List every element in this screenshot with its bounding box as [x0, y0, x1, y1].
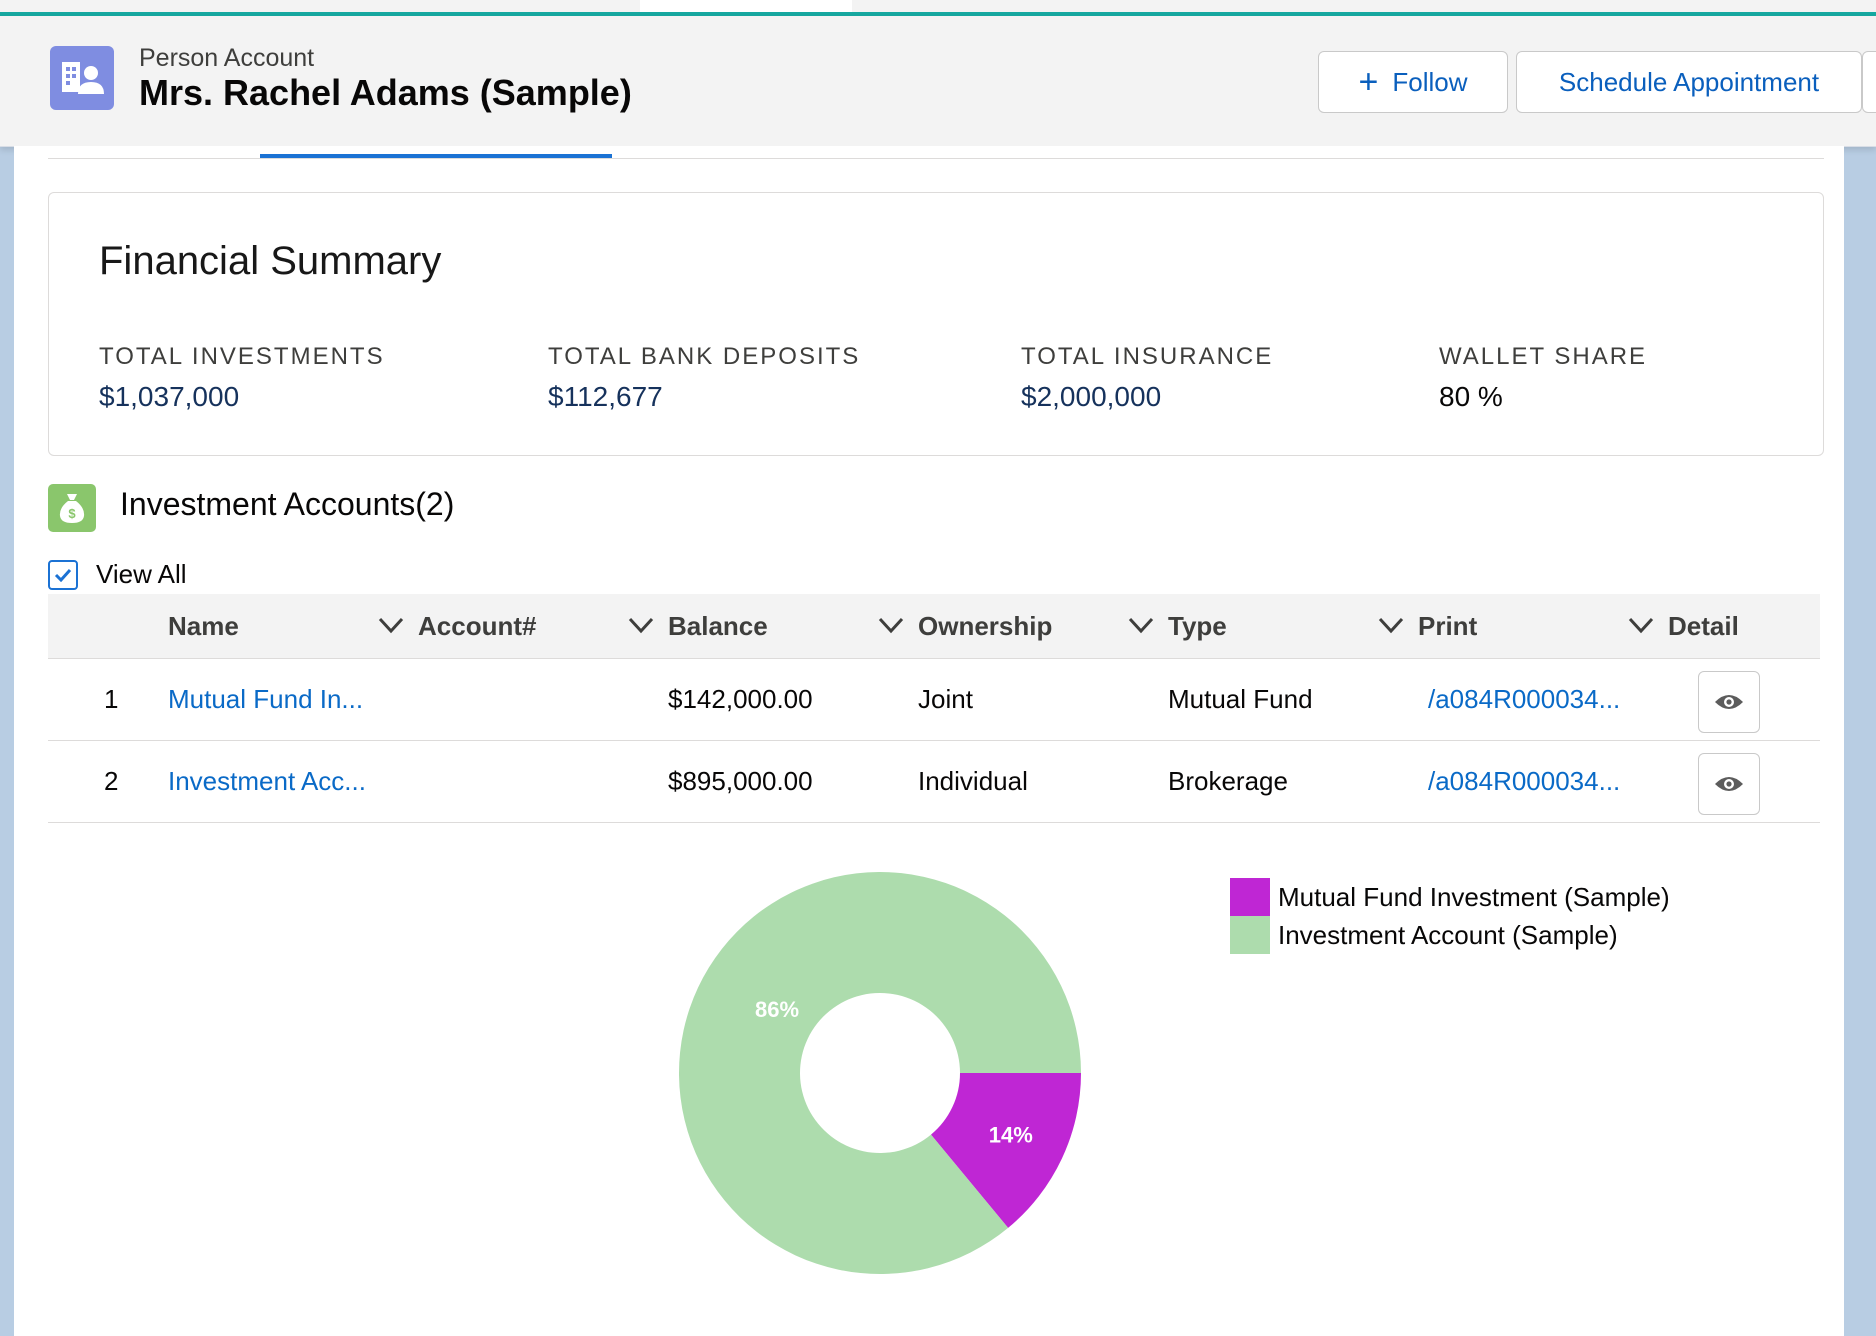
column-header-ownership[interactable]: Ownership: [918, 594, 1168, 658]
row-number: 2: [104, 766, 119, 796]
chart-legend: Mutual Fund Investment (Sample) Investme…: [1230, 878, 1670, 954]
record-body: Financial Summary TOTAL INVESTMENTS $1,0…: [14, 146, 1844, 1336]
metric-wallet-share: WALLET SHARE 80 %: [1439, 343, 1647, 413]
column-header-account[interactable]: Account#: [418, 594, 668, 658]
metric-value: 80 %: [1439, 381, 1503, 412]
legend-swatch: [1230, 916, 1270, 954]
metric-label: TOTAL INSURANCE: [1021, 343, 1274, 370]
object-type-label: Person Account: [139, 44, 315, 72]
view-detail-button[interactable]: [1698, 753, 1760, 815]
donut-data-label: 14%: [989, 1123, 1033, 1148]
row-number: 1: [104, 684, 119, 714]
table-row: 1 Mutual Fund In... $142,000.00 Joint Mu…: [48, 659, 1820, 741]
more-actions-button[interactable]: [1862, 51, 1876, 113]
financial-summary-title: Financial Summary: [99, 239, 442, 283]
table-row: 2 Investment Acc... $895,000.00 Individu…: [48, 741, 1820, 823]
ownership-value: Individual: [918, 766, 1028, 796]
metric-label: TOTAL INVESTMENTS: [99, 343, 385, 370]
svg-text:$: $: [68, 506, 76, 521]
account-name-link[interactable]: Investment Acc...: [168, 741, 366, 822]
schedule-appointment-button[interactable]: Schedule Appointment: [1516, 51, 1862, 113]
follow-button[interactable]: + Follow: [1318, 51, 1508, 113]
metric-total-insurance: TOTAL INSURANCE $2,000,000: [1021, 343, 1273, 413]
column-header-detail: Detail: [1668, 594, 1818, 658]
record-header: Person Account Mrs. Rachel Adams (Sample…: [0, 16, 1876, 147]
column-label: Ownership: [918, 610, 1053, 641]
investment-accounts-table: Name Account# Balance Ownership Type Pri…: [48, 594, 1820, 823]
balance-value: $142,000.00: [668, 684, 813, 714]
metric-label: WALLET SHARE: [1439, 343, 1648, 370]
column-label: Name: [168, 610, 239, 641]
chevron-down-icon[interactable]: [628, 616, 654, 634]
eye-icon: [1715, 777, 1743, 791]
account-name-link[interactable]: Mutual Fund In...: [168, 659, 363, 740]
chevron-down-icon[interactable]: [1378, 616, 1404, 634]
type-value: Brokerage: [1168, 766, 1288, 796]
schedule-label: Schedule Appointment: [1558, 66, 1820, 97]
view-detail-button[interactable]: [1698, 671, 1760, 733]
active-strip-tab: [640, 0, 852, 12]
metric-value: $2,000,000: [1021, 381, 1162, 412]
plus-icon: +: [1358, 63, 1379, 101]
type-value: Mutual Fund: [1168, 684, 1313, 714]
column-header-balance[interactable]: Balance: [668, 594, 918, 658]
column-header-type[interactable]: Type: [1168, 594, 1418, 658]
balance-value: $895,000.00: [668, 766, 813, 796]
metric-label: TOTAL BANK DEPOSITS: [548, 343, 861, 370]
column-header-name[interactable]: Name: [168, 594, 418, 658]
financial-summary-card: Financial Summary TOTAL INVESTMENTS $1,0…: [48, 192, 1824, 456]
chevron-down-icon[interactable]: [1628, 616, 1654, 634]
metric-value: $1,037,000: [99, 381, 240, 412]
top-strip: [0, 0, 1876, 16]
metric-value: $112,677: [548, 381, 663, 412]
ownership-value: Joint: [918, 684, 973, 714]
money-bag-icon: $: [48, 484, 96, 532]
active-tab-indicator: [260, 154, 612, 158]
legend-label: Mutual Fund Investment (Sample): [1278, 881, 1670, 912]
investment-accounts-title: Investment Accounts(2): [120, 486, 455, 522]
chevron-down-icon[interactable]: [878, 616, 904, 634]
legend-item: Investment Account (Sample): [1230, 916, 1670, 954]
column-label: Type: [1168, 610, 1227, 641]
column-label: Detail: [1668, 610, 1739, 641]
metric-total-bank-deposits: TOTAL BANK DEPOSITS $112,677: [548, 343, 860, 413]
donut-data-label: 86%: [755, 997, 799, 1022]
column-header-print[interactable]: Print: [1418, 594, 1668, 658]
legend-swatch: [1230, 878, 1270, 916]
eye-icon: [1715, 695, 1743, 709]
column-label: Account#: [418, 610, 537, 641]
checkmark-icon: [54, 568, 72, 582]
view-all-checkbox[interactable]: [48, 560, 78, 590]
legend-item: Mutual Fund Investment (Sample): [1230, 878, 1670, 916]
column-label: Print: [1418, 610, 1478, 641]
legend-label: Investment Account (Sample): [1278, 919, 1618, 950]
metric-total-investments: TOTAL INVESTMENTS $1,037,000: [99, 343, 385, 413]
print-link[interactable]: /a084R000034...: [1428, 659, 1620, 740]
chevron-down-icon[interactable]: [378, 616, 404, 634]
column-label: Balance: [668, 610, 768, 641]
table-header: Name Account# Balance Ownership Type Pri…: [48, 594, 1820, 659]
view-all-label: View All: [96, 559, 187, 589]
person-account-icon: [50, 46, 114, 110]
record-title: Mrs. Rachel Adams (Sample): [139, 72, 632, 113]
print-link[interactable]: /a084R000034...: [1428, 741, 1620, 822]
chevron-down-icon[interactable]: [1128, 616, 1154, 634]
follow-label: Follow: [1392, 66, 1468, 97]
tab-divider: [48, 158, 1824, 159]
